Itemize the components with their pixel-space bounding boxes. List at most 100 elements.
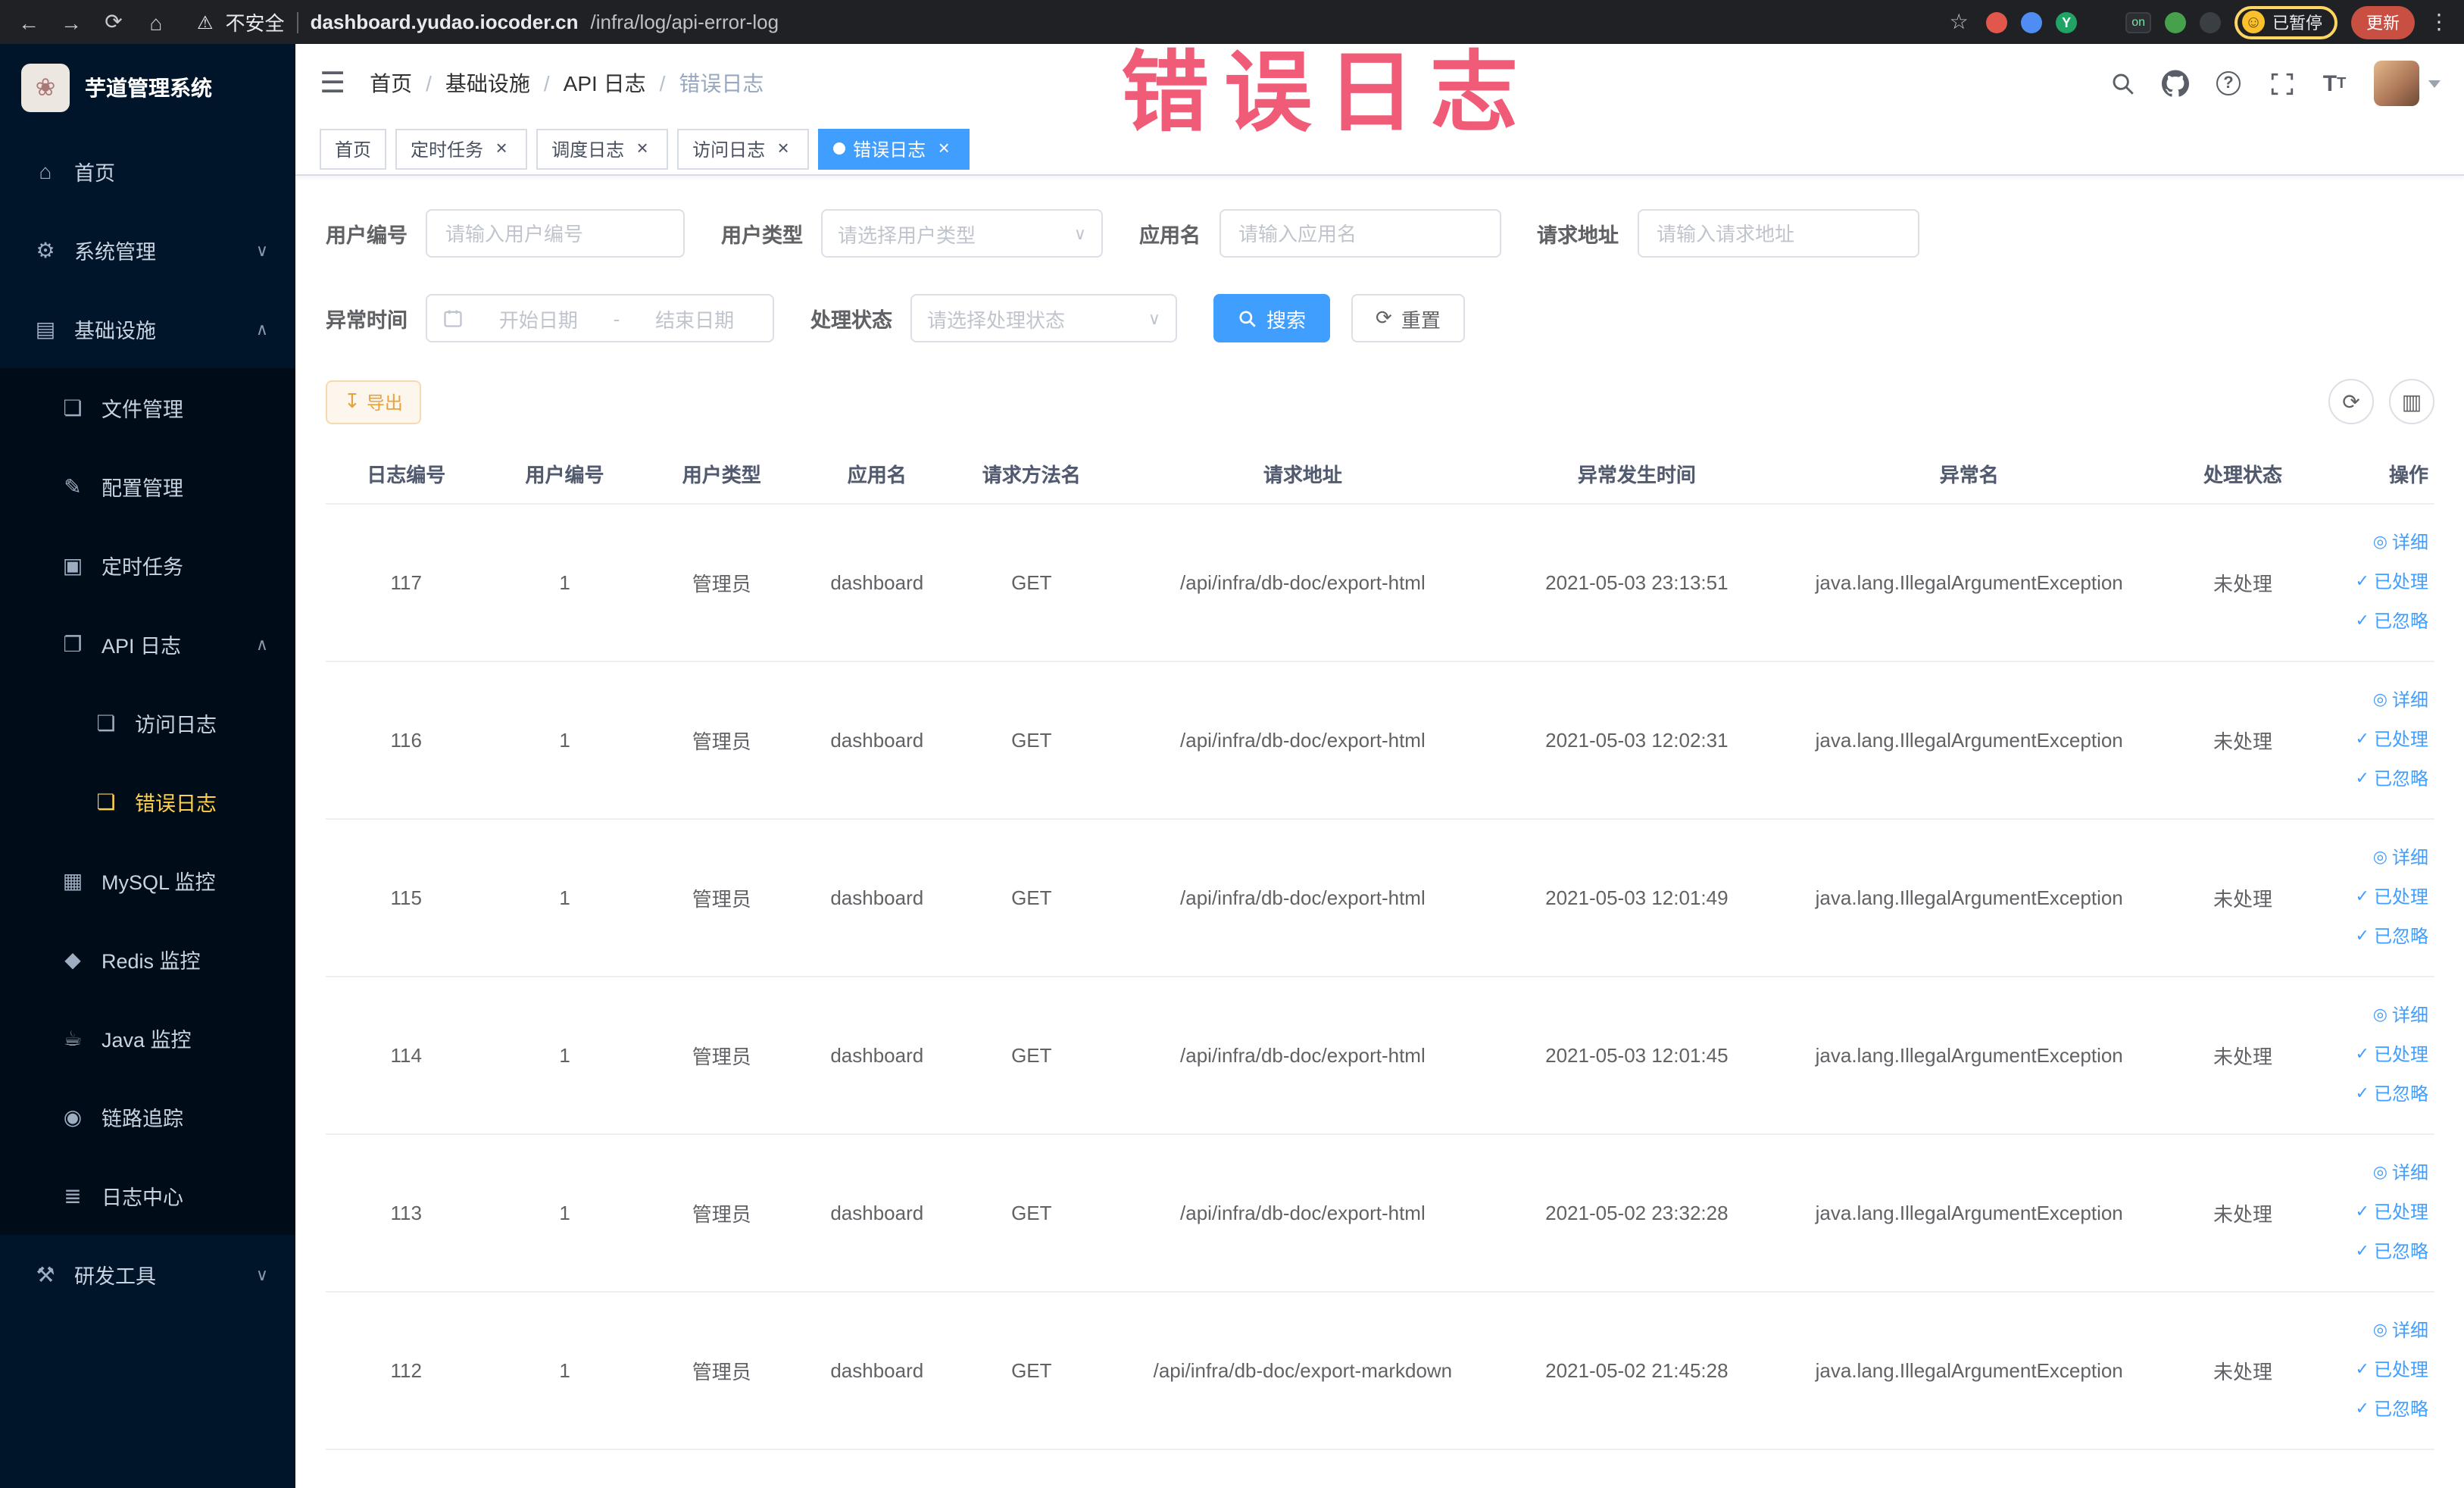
sidebar-item-label: MySQL 监控 bbox=[101, 871, 216, 894]
check-icon: ✓ bbox=[2355, 1400, 2369, 1418]
breadcrumb-item-infra[interactable]: 基础设施 bbox=[445, 68, 530, 98]
sidebar-item-label: API 日志 bbox=[101, 635, 182, 658]
request-url-input[interactable] bbox=[1637, 209, 1919, 258]
detail-link[interactable]: ◎ 详细 bbox=[2325, 1153, 2428, 1193]
user-menu[interactable] bbox=[2374, 61, 2441, 106]
app-name-input[interactable] bbox=[1219, 209, 1501, 258]
processed-link[interactable]: ✓ 已处理 bbox=[2325, 1035, 2428, 1074]
cell-url: /api/infra/db-doc/export-html bbox=[1109, 503, 1496, 661]
close-icon[interactable]: × bbox=[632, 137, 653, 159]
search-button[interactable]: 搜索 bbox=[1213, 294, 1331, 342]
reset-button[interactable]: ⟳ 重置 bbox=[1351, 294, 1465, 342]
refresh-icon[interactable]: ⟳ bbox=[2328, 379, 2374, 424]
detail-link[interactable]: ◎ 详细 bbox=[2325, 838, 2428, 877]
help-icon[interactable]: ? bbox=[2215, 70, 2242, 97]
sidebar-item-label: 基础设施 bbox=[74, 320, 156, 342]
infra-submenu: ❏ 文件管理 ✎ 配置管理 ▣ 定时任务 ❐ API 日志 ∧ ❏ 访问日志 ❏ bbox=[0, 368, 295, 1235]
sidebar-item-api-log[interactable]: ❐ API 日志 ∧ bbox=[0, 605, 295, 683]
process-status-select[interactable]: 请选择处理状态 ∨ bbox=[910, 294, 1177, 342]
view-icon: ◎ bbox=[2372, 1164, 2387, 1182]
github-icon[interactable] bbox=[2162, 70, 2189, 97]
reload-icon[interactable]: ⟳ bbox=[100, 9, 127, 35]
home-nav-icon[interactable]: ⌂ bbox=[142, 10, 170, 34]
back-icon[interactable]: ← bbox=[15, 10, 42, 34]
processed-link[interactable]: ✓ 已处理 bbox=[2325, 720, 2428, 759]
filter-exception-time: 异常时间 开始日期 - 结束日期 bbox=[326, 294, 774, 342]
tab-access-log[interactable]: 访问日志 × bbox=[677, 128, 810, 169]
tab-label: 定时任务 bbox=[411, 139, 484, 160]
breadcrumb-item-api-log[interactable]: API 日志 bbox=[564, 68, 646, 98]
detail-link[interactable]: ◎ 详细 bbox=[2325, 680, 2428, 720]
user-type-select[interactable]: 请选择用户类型 ∨ bbox=[821, 209, 1103, 258]
detail-link[interactable]: ◎ 详细 bbox=[2325, 523, 2428, 562]
close-icon[interactable]: × bbox=[933, 137, 954, 159]
security-label: 不安全 bbox=[225, 12, 285, 35]
cell-exception: java.lang.IllegalArgumentException bbox=[1777, 818, 2161, 977]
fullscreen-icon[interactable] bbox=[2268, 70, 2295, 97]
sidebar-item-log-center[interactable]: ≣ 日志中心 bbox=[0, 1156, 295, 1235]
ignore-link[interactable]: ✓ 已忽略 bbox=[2325, 602, 2428, 641]
breadcrumb-item-home[interactable]: 首页 bbox=[370, 68, 412, 98]
tab-error-log[interactable]: 错误日志 × bbox=[818, 128, 970, 169]
sidebar-item-system[interactable]: ⚙ 系统管理 ∨ bbox=[0, 211, 295, 289]
profile-chip[interactable]: ☺ 已暂停 bbox=[2234, 5, 2338, 39]
processed-link[interactable]: ✓ 已处理 bbox=[2325, 562, 2428, 602]
right-toolbar: ⟳ ▥ bbox=[2328, 379, 2434, 424]
address-bar[interactable]: ⚠ 不安全 dashboard.yudao.iocoder.cn/infra/l… bbox=[197, 8, 1930, 36]
user-id-input[interactable] bbox=[426, 209, 685, 258]
extension-icon-blue[interactable] bbox=[2021, 11, 2043, 33]
extension-icon-on-badge[interactable]: on bbox=[2125, 11, 2151, 33]
detail-link[interactable]: ◎ 详细 bbox=[2325, 996, 2428, 1035]
bookmark-star-icon[interactable]: ☆ bbox=[1945, 9, 1972, 35]
check-icon: ✓ bbox=[2355, 888, 2369, 906]
sidebar-item-scheduled-jobs[interactable]: ▣ 定时任务 bbox=[0, 526, 295, 605]
breadcrumb-separator: / bbox=[426, 71, 432, 95]
sidebar-item-java-monitor[interactable]: ☕ Java 监控 bbox=[0, 999, 295, 1077]
processed-link[interactable]: ✓ 已处理 bbox=[2325, 877, 2428, 917]
forward-icon[interactable]: → bbox=[58, 10, 85, 34]
sidebar-item-redis-monitor[interactable]: ◆ Redis 监控 bbox=[0, 920, 295, 999]
processed-link[interactable]: ✓ 已处理 bbox=[2325, 1350, 2428, 1390]
close-icon[interactable]: × bbox=[773, 137, 794, 159]
sidebar-item-home[interactable]: ⌂ 首页 bbox=[0, 132, 295, 211]
tab-home[interactable]: 首页 bbox=[320, 128, 387, 169]
ignore-link[interactable]: ✓ 已忽略 bbox=[2325, 759, 2428, 799]
sidebar-item-tracing[interactable]: ◉ 链路追踪 bbox=[0, 1077, 295, 1156]
date-range-picker[interactable]: 开始日期 - 结束日期 bbox=[426, 294, 774, 342]
search-icon[interactable] bbox=[2109, 70, 2136, 97]
cell-url: /api/infra/db-doc/export-html bbox=[1109, 976, 1496, 1134]
ignore-link[interactable]: ✓ 已忽略 bbox=[2325, 1232, 2428, 1271]
extension-icon-red[interactable] bbox=[1986, 11, 2008, 33]
sidebar-item-config-manage[interactable]: ✎ 配置管理 bbox=[0, 447, 295, 526]
refresh-icon: ⟳ bbox=[1376, 306, 1392, 329]
java-icon: ☕ bbox=[63, 1025, 83, 1049]
ignore-link[interactable]: ✓ 已忽略 bbox=[2325, 1390, 2428, 1429]
extension-icon-grid[interactable] bbox=[2091, 11, 2112, 33]
tab-scheduled-jobs[interactable]: 定时任务 × bbox=[395, 128, 528, 169]
menu-kebab-icon[interactable]: ⋮ bbox=[2428, 9, 2450, 35]
export-button[interactable]: ↧ 导出 bbox=[326, 380, 421, 424]
sidebar-toggle-icon[interactable]: ☰ bbox=[320, 66, 345, 101]
update-button[interactable]: 更新 bbox=[2351, 5, 2415, 39]
extension-icon-paw[interactable] bbox=[2200, 11, 2221, 33]
detail-link[interactable]: ◎ 详细 bbox=[2325, 1311, 2428, 1350]
cell-time: 2021-05-03 12:01:45 bbox=[1495, 976, 1778, 1134]
ignore-link[interactable]: ✓ 已忽略 bbox=[2325, 917, 2428, 956]
ignore-link[interactable]: ✓ 已忽略 bbox=[2325, 1074, 2428, 1114]
sidebar-item-error-log[interactable]: ❏ 错误日志 bbox=[0, 762, 295, 841]
sidebar-item-mysql-monitor[interactable]: ▦ MySQL 监控 bbox=[0, 841, 295, 920]
app-logo[interactable]: ❀ 芋道管理系统 bbox=[0, 44, 295, 132]
tab-label: 调度日志 bbox=[551, 139, 625, 160]
tab-schedule-log[interactable]: 调度日志 × bbox=[536, 128, 669, 169]
font-size-icon[interactable]: TT bbox=[2321, 70, 2348, 97]
extension-icon-leaf[interactable] bbox=[2165, 11, 2186, 33]
sidebar-item-file-manage[interactable]: ❏ 文件管理 bbox=[0, 368, 295, 447]
close-icon[interactable]: × bbox=[491, 137, 512, 159]
sidebar-item-infra[interactable]: ▤ 基础设施 ∧ bbox=[0, 289, 295, 368]
extension-icon-y[interactable]: Y bbox=[2056, 11, 2078, 33]
sidebar-item-access-log[interactable]: ❏ 访问日志 bbox=[0, 683, 295, 762]
error-log-table: 日志编号 用户编号 用户类型 应用名 请求方法名 请求地址 异常发生时间 异常名… bbox=[326, 445, 2434, 1449]
sidebar-item-devtools[interactable]: ⚒ 研发工具 ∨ bbox=[0, 1235, 295, 1314]
column-settings-icon[interactable]: ▥ bbox=[2389, 379, 2434, 424]
processed-link[interactable]: ✓ 已处理 bbox=[2325, 1193, 2428, 1232]
